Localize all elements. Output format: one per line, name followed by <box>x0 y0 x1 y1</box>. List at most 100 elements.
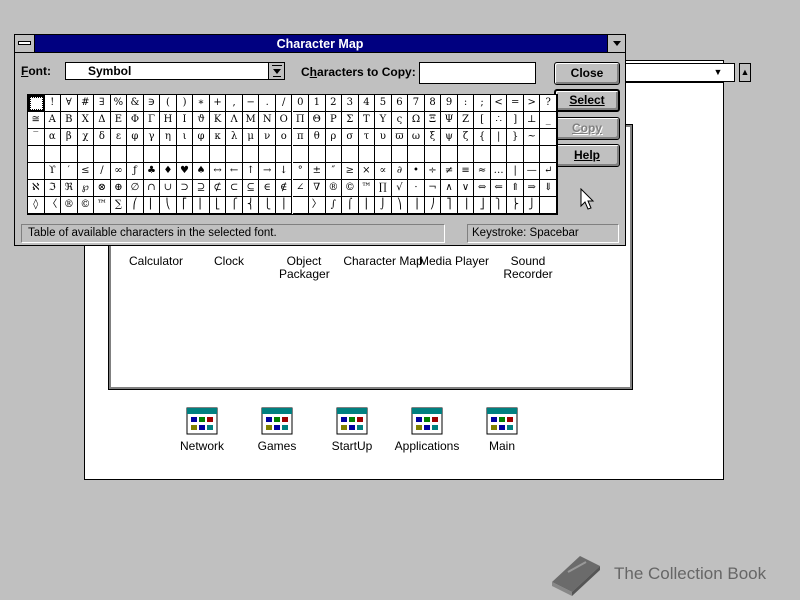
char-cell[interactable]: ~ <box>523 129 541 146</box>
char-cell[interactable] <box>490 146 508 163</box>
char-cell[interactable] <box>176 146 194 163</box>
char-cell[interactable]: Ο <box>275 112 293 129</box>
char-cell[interactable]: ⎜ <box>143 197 161 214</box>
char-cell[interactable]: ∪ <box>160 180 177 197</box>
char-cell[interactable]: 6 <box>391 95 409 112</box>
program-manager-combo[interactable]: ▼ ▲ <box>613 63 783 82</box>
font-dropdown-button[interactable] <box>268 63 284 79</box>
char-cell[interactable]: τ <box>358 129 376 146</box>
char-cell[interactable] <box>28 95 45 112</box>
char-cell[interactable]: ∧ <box>441 180 458 197</box>
char-cell[interactable] <box>540 146 557 163</box>
char-cell[interactable] <box>523 146 541 163</box>
char-cell[interactable] <box>309 146 326 163</box>
char-cell[interactable]: ⎠ <box>424 197 442 214</box>
char-cell[interactable]: Μ <box>242 112 260 129</box>
char-cell[interactable]: ∋ <box>143 95 161 112</box>
char-cell[interactable]: ↓ <box>275 163 293 180</box>
char-cell[interactable]: ⊆ <box>242 180 260 197</box>
char-cell[interactable]: < <box>490 95 508 112</box>
char-cell[interactable]: ϒ <box>44 163 62 180</box>
char-cell[interactable]: Θ <box>309 112 326 129</box>
char-cell[interactable]: ς <box>391 112 409 129</box>
char-cell[interactable]: ℘ <box>77 180 95 197</box>
char-cell[interactable]: Ζ <box>457 112 475 129</box>
char-cell[interactable] <box>424 146 442 163</box>
char-cell[interactable]: ξ <box>424 129 442 146</box>
char-cell[interactable]: Ι <box>176 112 194 129</box>
char-cell[interactable]: ¬ <box>424 180 442 197</box>
char-cell[interactable]: + <box>209 95 227 112</box>
char-cell[interactable]: ⇒ <box>523 180 541 197</box>
char-cell[interactable]: σ <box>342 129 359 146</box>
char-cell[interactable]: { <box>474 129 491 146</box>
char-cell[interactable]: − <box>242 95 260 112</box>
char-cell[interactable]: Σ <box>342 112 359 129</box>
char-cell[interactable]: ⇓ <box>540 180 557 197</box>
char-cell[interactable]: θ <box>309 129 326 146</box>
char-cell[interactable]: ∇ <box>309 180 326 197</box>
char-cell[interactable]: Φ <box>127 112 144 129</box>
char-cell[interactable]: … <box>490 163 508 180</box>
char-cell[interactable]: ψ <box>441 129 458 146</box>
char-cell[interactable] <box>540 197 557 214</box>
char-cell[interactable]: 9 <box>441 95 458 112</box>
char-cell[interactable]: ♠ <box>193 163 210 180</box>
char-cell[interactable]: Ω <box>408 112 425 129</box>
char-cell[interactable]: δ <box>94 129 111 146</box>
char-cell[interactable] <box>408 146 425 163</box>
char-cell[interactable]: Ρ <box>325 112 343 129</box>
char-cell[interactable]: ⎬ <box>507 197 524 214</box>
char-cell[interactable] <box>292 146 309 163</box>
char-cell[interactable]: ⊕ <box>110 180 128 197</box>
char-cell[interactable]: — <box>523 163 541 180</box>
char-cell[interactable] <box>457 146 475 163</box>
char-cell[interactable]: ≡ <box>457 163 475 180</box>
char-cell[interactable]: Γ <box>143 112 161 129</box>
char-cell[interactable]: # <box>77 95 95 112</box>
char-cell[interactable] <box>242 146 260 163</box>
char-cell[interactable]: ⋅ <box>408 180 425 197</box>
char-cell[interactable]: ∴ <box>490 112 508 129</box>
char-cell[interactable]: ↵ <box>540 163 557 180</box>
char-cell[interactable]: Ν <box>259 112 276 129</box>
char-cell[interactable] <box>507 146 524 163</box>
char-cell[interactable]: ™ <box>358 180 376 197</box>
char-cell[interactable]: ! <box>44 95 62 112</box>
char-cell[interactable]: Υ <box>375 112 392 129</box>
char-cell[interactable]: ⊥ <box>523 112 541 129</box>
char-cell[interactable]: → <box>259 163 276 180</box>
char-cell[interactable]: ⊗ <box>94 180 111 197</box>
char-cell[interactable]: / <box>94 163 111 180</box>
char-cell[interactable]: 7 <box>408 95 425 112</box>
char-cell[interactable]: % <box>110 95 128 112</box>
char-cell[interactable]: Χ <box>77 112 95 129</box>
char-cell[interactable]: ⎢ <box>193 197 210 214</box>
char-cell[interactable]: 0 <box>292 95 309 112</box>
char-cell[interactable]: ⎫ <box>490 197 508 214</box>
char-cell[interactable]: Λ <box>226 112 243 129</box>
char-cell[interactable]: ≤ <box>77 163 95 180</box>
char-cell[interactable]: ? <box>540 95 557 112</box>
char-cell[interactable]: & <box>127 95 144 112</box>
group-icon-main[interactable]: Main <box>457 407 547 453</box>
char-cell[interactable]: 2 <box>325 95 343 112</box>
char-cell[interactable]: ο <box>275 129 293 146</box>
char-cell[interactable]: ⌠ <box>342 197 359 214</box>
char-cell[interactable]: Δ <box>94 112 111 129</box>
char-cell[interactable]: ℑ <box>44 180 62 197</box>
char-cell[interactable]: ⎮ <box>358 197 376 214</box>
char-cell[interactable]: ⎛ <box>127 197 144 214</box>
char-cell[interactable]: ⎣ <box>209 197 227 214</box>
char-cell[interactable]: ‾ <box>28 129 45 146</box>
characters-to-copy-input[interactable] <box>419 62 536 84</box>
char-cell[interactable]: ε <box>110 129 128 146</box>
char-cell[interactable]: | <box>507 163 524 180</box>
char-cell[interactable]: ⎟ <box>408 197 425 214</box>
char-cell[interactable]: ≥ <box>342 163 359 180</box>
char-cell[interactable]: υ <box>375 129 392 146</box>
char-cell[interactable] <box>226 146 243 163</box>
char-cell[interactable]: ρ <box>325 129 343 146</box>
char-cell[interactable]: Η <box>160 112 177 129</box>
char-cell[interactable] <box>61 146 78 163</box>
